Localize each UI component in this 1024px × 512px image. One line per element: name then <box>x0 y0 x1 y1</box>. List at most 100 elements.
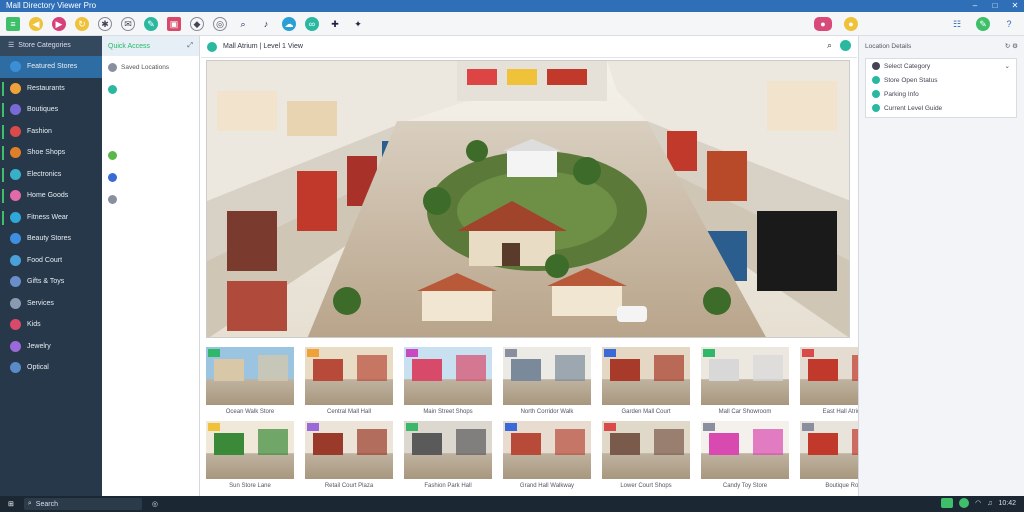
bookmark-icon <box>108 62 117 72</box>
volume-icon[interactable]: ♫ <box>987 500 992 507</box>
puzzle-icon[interactable]: ◆ <box>190 16 204 31</box>
thumbnail-card[interactable]: Mall Car Showroom <box>701 347 789 419</box>
sidebar-item[interactable]: Restaurants <box>0 78 102 100</box>
sidebar-item[interactable]: Jewelry <box>0 336 102 358</box>
sidebar-item[interactable]: Beauty Stores <box>0 228 102 250</box>
grid-icon[interactable]: ☷ <box>950 17 964 31</box>
refresh-icon[interactable]: ↻ <box>75 16 89 31</box>
help-icon[interactable]: ? <box>1002 17 1016 31</box>
detail-row[interactable]: Store Open Status <box>866 73 1016 87</box>
start-icon[interactable]: ⊞ <box>8 500 14 508</box>
image-icon[interactable]: ▣ <box>167 16 181 31</box>
thumbnail-card[interactable]: Sun Store Lane <box>206 421 294 493</box>
coin-icon[interactable]: ● <box>844 17 858 31</box>
thumbnail-card[interactable]: Central Mall Hall <box>305 347 393 419</box>
expand-icon[interactable]: ⤢ <box>187 42 193 50</box>
hero-image[interactable] <box>206 60 850 338</box>
sidebar-item-label: Fitness Wear <box>27 213 69 221</box>
sidebar-item[interactable]: Kids <box>0 314 102 336</box>
search-icon[interactable]: ⌕ <box>236 17 250 31</box>
quick-access-item[interactable] <box>102 166 199 188</box>
sidebar-item[interactable]: Featured Stores <box>0 56 102 78</box>
sidebar-item[interactable]: Electronics <box>0 164 102 186</box>
detail-row[interactable]: Parking Info <box>866 87 1016 101</box>
thumbnail-card[interactable]: Garden Mall Court <box>602 347 690 419</box>
chat-icon[interactable] <box>959 498 970 508</box>
back-icon[interactable]: ◀ <box>29 16 43 31</box>
chat-icon[interactable]: ✉ <box>121 16 135 31</box>
thumbnail-caption: Fashion Park Hall <box>424 483 472 489</box>
details-panel: Location Details ↻ ⚙ Select Category ⌄ Sto… <box>858 36 1024 496</box>
edit-icon[interactable]: ✎ <box>144 16 158 31</box>
thumbnail-card[interactable]: Lower Court Shops <box>602 421 690 493</box>
thumbnail-card[interactable]: Retail Court Plaza <box>305 421 393 493</box>
sidebar-item[interactable]: Gifts & Toys <box>0 271 102 293</box>
thumbnail-card[interactable]: Candy Toy Store <box>701 421 789 493</box>
shoe-icon <box>10 147 21 159</box>
storefront-shape <box>654 429 684 455</box>
link-icon[interactable]: ∞ <box>305 16 319 31</box>
indicator-bar <box>2 124 4 139</box>
app-green-icon[interactable] <box>941 498 954 508</box>
storefront-shape <box>258 355 288 381</box>
sidebar-item[interactable]: Fashion <box>0 121 102 143</box>
category-select[interactable]: Select Category ⌄ <box>866 59 1016 73</box>
thumbnail-caption: Garden Mall Court <box>621 409 671 415</box>
quick-access-item[interactable] <box>102 188 199 210</box>
quick-access-item[interactable] <box>102 78 199 100</box>
record-icon[interactable]: ● <box>814 17 832 31</box>
quick-access-item[interactable]: Saved Locations <box>102 56 199 78</box>
search-icon[interactable]: ⌕ <box>827 40 832 51</box>
detail-label: Select Category <box>884 62 931 70</box>
thumbnail-image <box>701 347 789 405</box>
maximize-button[interactable]: □ <box>990 0 1000 12</box>
wifi-icon[interactable]: ◠ <box>975 499 981 507</box>
content-header: Mall Atrium | Level 1 View <box>201 36 857 58</box>
quick-access-item[interactable] <box>102 144 199 166</box>
sidebar-item-label: Home Goods <box>27 192 69 200</box>
sidebar-item[interactable]: Fitness Wear <box>0 207 102 229</box>
quick-access-item[interactable] <box>102 122 199 144</box>
close-button[interactable]: ✕ <box>1010 0 1020 12</box>
sidebar-item[interactable]: Shoe Shops <box>0 142 102 164</box>
share-icon[interactable]: ◎ <box>213 16 227 31</box>
thumbnail-image <box>404 421 492 479</box>
star-icon[interactable]: ✦ <box>351 17 365 31</box>
sidebar-item[interactable]: Food Court <box>0 250 102 272</box>
sidebar-item-label: Electronics <box>27 170 62 178</box>
refresh-icon[interactable] <box>840 40 851 51</box>
sidebar-item[interactable]: Optical <box>0 357 102 379</box>
detail-row[interactable]: Current Level Guide <box>866 101 1016 115</box>
thumbnail-card[interactable]: North Corridor Walk <box>503 347 591 419</box>
menu-icon[interactable]: ≡ <box>6 16 20 31</box>
sidebar-item[interactable]: Services <box>0 293 102 315</box>
forward-icon[interactable]: ▶ <box>52 16 66 31</box>
refresh-icon[interactable]: ↻ ⚙ <box>1005 42 1018 50</box>
thumbnail-image <box>206 347 294 405</box>
tag-icon[interactable]: ✱ <box>98 16 112 31</box>
pin-icon[interactable]: ✚ <box>328 17 342 31</box>
thumbnail-card[interactable]: Fashion Park Hall <box>404 421 492 493</box>
toolbar: ≡ ◀ ▶ ↻ ✱ ✉ ✎ ▣ ◆ ◎ ⌕ ♪ ☁ ∞ ✚ ✦ ● ● ☷ ✎ … <box>0 12 1024 36</box>
edit-icon[interactable]: ✎ <box>976 17 990 31</box>
thumbnail-image <box>305 347 393 405</box>
app-icon[interactable]: ◎ <box>152 500 158 508</box>
search-label: Search <box>35 500 58 508</box>
indicator-bar <box>2 167 4 182</box>
sidebar-item[interactable]: Home Goods <box>0 185 102 207</box>
taskbar-search[interactable]: ⌕ Search <box>23 498 142 510</box>
thumbnail-card[interactable]: Ocean Walk Store <box>206 347 294 419</box>
storefront-shape <box>808 359 838 381</box>
cloud-icon[interactable]: ☁ <box>282 16 296 31</box>
dining-icon <box>10 82 21 94</box>
sidebar-item[interactable]: Boutiques <box>0 99 102 121</box>
quick-access-item[interactable] <box>102 100 199 122</box>
thumbnail-card[interactable]: Main Street Shops <box>404 347 492 419</box>
bell-icon[interactable]: ♪ <box>259 17 273 31</box>
indicator-bar <box>2 103 4 117</box>
minimize-button[interactable]: – <box>970 0 980 12</box>
category-tag-icon <box>703 349 715 357</box>
storefront-shape <box>412 433 442 455</box>
chevron-down-icon[interactable]: ⌄ <box>1005 62 1010 70</box>
thumbnail-card[interactable]: Grand Hall Walkway <box>503 421 591 493</box>
